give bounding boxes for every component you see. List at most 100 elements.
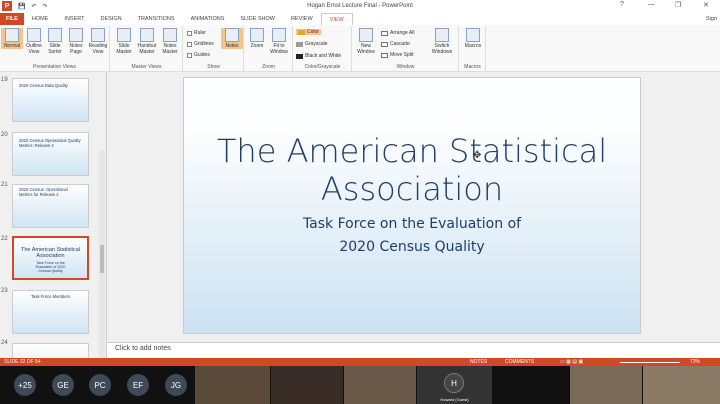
notes-pane[interactable]: Click to add notes — [107, 342, 720, 358]
normal-view-icon — [5, 28, 19, 42]
slide-thumbnail-20[interactable]: 2020 Census Operational Quality Metrics:… — [12, 132, 89, 176]
participant-avatar[interactable]: JG — [165, 374, 187, 396]
group-label: Presentation Views — [33, 64, 76, 70]
slide-subtitle[interactable]: Task Force on the Evaluation of 2020 Cen… — [184, 213, 640, 259]
slide-thumbnail-23[interactable]: Task Force Members — [12, 290, 89, 334]
tab-review[interactable]: REVIEW — [283, 13, 321, 25]
participant-tile-howard[interactable]: H Howard (Guest) — [417, 366, 492, 404]
slide-title-line-1: The American Statistical — [216, 132, 608, 170]
view-buttons[interactable]: ▭ ▦ ▤ ▣ — [560, 359, 583, 365]
window-title: Hogan Ernst Lecture Final - PowerPoint — [307, 3, 413, 9]
close-icon[interactable]: ✕ — [703, 1, 709, 9]
slide-thumbnail-21[interactable]: 2020 Census: Operational Metrics for Rel… — [12, 184, 89, 228]
notes-button[interactable]: Notes — [221, 28, 243, 49]
group-label: Window — [396, 64, 415, 70]
tab-design[interactable]: DESIGN — [93, 13, 130, 25]
slide-title[interactable]: The American Statistical Association — [184, 132, 640, 208]
thumbnail-title: 2020 Census: Operational Metrics for Rel… — [19, 187, 68, 197]
notes-master-button[interactable]: Notes Master — [159, 28, 181, 55]
grayscale-button[interactable]: Grayscale — [296, 41, 328, 47]
scrollbar-thumb[interactable] — [100, 245, 104, 273]
normal-view-button[interactable]: Normal — [1, 28, 23, 49]
switch-windows-icon — [435, 28, 449, 42]
notes-toggle[interactable]: NOTES — [470, 359, 487, 365]
guides-checkbox[interactable]: Guides — [187, 52, 210, 58]
slide-number: 23 — [1, 288, 8, 294]
zoom-slider[interactable] — [620, 362, 680, 363]
switch-windows-button[interactable]: Switch Windows — [429, 28, 455, 55]
tab-home[interactable]: HOME — [24, 13, 57, 25]
minimize-icon[interactable]: — — [648, 1, 655, 8]
restore-icon[interactable]: ❐ — [675, 1, 681, 9]
notes-master-icon — [163, 28, 177, 42]
ribbon: Normal Outline View Slide Sorter Notes P… — [0, 25, 720, 72]
help-icon[interactable]: ? — [620, 1, 624, 8]
slide-subtitle-line-1: Task Force on the Evaluation of — [302, 216, 522, 232]
participant-video[interactable] — [271, 366, 343, 404]
zoom-button[interactable]: Zoom — [246, 28, 268, 49]
slide-editor: The American Statistical Association Tas… — [107, 72, 720, 342]
checkbox-icon — [187, 30, 192, 36]
slide-thumbnail-24[interactable] — [12, 343, 89, 358]
participant-video[interactable] — [570, 366, 642, 404]
black-white-button[interactable]: Black and White — [296, 53, 341, 59]
slide-sorter-button[interactable]: Slide Sorter — [44, 28, 66, 55]
sign-in-link[interactable]: Sign — [706, 16, 717, 22]
notes-page-button[interactable]: Notes Page — [65, 28, 87, 55]
meeting-participants-strip: +25 GE PC EF JG H Howard (Guest) — [0, 366, 720, 404]
move-split-button[interactable]: Move Split — [381, 52, 413, 58]
notes-page-icon — [69, 28, 83, 42]
group-label: Zoom — [262, 64, 275, 70]
group-presentation-views: Normal Outline View Slide Sorter Notes P… — [0, 26, 110, 71]
cascade-button[interactable]: Cascade — [381, 41, 410, 47]
group-label: Show — [207, 64, 220, 70]
comments-toggle[interactable]: COMMENTS — [505, 359, 534, 365]
tab-insert[interactable]: INSERT — [56, 13, 92, 25]
slide-number: 22 — [1, 236, 8, 242]
tab-slide-show[interactable]: SLIDE SHOW — [232, 13, 283, 25]
grayscale-swatch-icon — [296, 41, 303, 47]
thumbnails-scrollbar[interactable] — [99, 150, 105, 358]
participant-initial-avatar: H — [444, 373, 464, 393]
handout-master-button[interactable]: Handout Master — [136, 28, 158, 55]
new-window-button[interactable]: New Window — [355, 28, 377, 55]
ruler-checkbox[interactable]: Ruler — [187, 30, 206, 36]
participant-video[interactable] — [195, 366, 270, 404]
color-button[interactable]: Color — [296, 29, 321, 35]
tab-file[interactable]: FILE — [0, 13, 24, 25]
zoom-level[interactable]: 73% — [690, 359, 700, 365]
group-master-views: Slide Master Handout Master Notes Master… — [111, 26, 183, 71]
current-slide[interactable]: The American Statistical Association Tas… — [183, 77, 641, 334]
fit-to-window-button[interactable]: Fit to Window — [268, 28, 290, 55]
thumbnail-title: 2020 Census Data Quality — [19, 83, 68, 88]
tab-animations[interactable]: ANIMATIONS — [183, 13, 233, 25]
participant-avatar[interactable]: GE — [52, 374, 74, 396]
color-swatch-icon — [298, 29, 305, 35]
group-color-grayscale: Color Grayscale Black and White Color/Gr… — [294, 26, 352, 71]
black-white-swatch-icon — [296, 53, 303, 59]
participant-avatar[interactable]: PC — [89, 374, 111, 396]
slide-thumbnail-22[interactable]: The American Statistical Association Tas… — [12, 236, 89, 280]
reading-view-button[interactable]: Reading View — [87, 28, 109, 55]
outline-view-button[interactable]: Outline View — [23, 28, 45, 55]
checkbox-icon — [187, 41, 192, 47]
participant-count-avatar[interactable]: +25 — [14, 374, 36, 396]
tab-transitions[interactable]: TRANSITIONS — [130, 13, 183, 25]
arrange-all-button[interactable]: Arrange All — [381, 30, 414, 36]
magnifier-icon — [250, 28, 264, 42]
macros-icon — [466, 28, 480, 42]
group-zoom: Zoom Fit to Window Zoom — [245, 26, 293, 71]
slide-title-line-2: Association — [320, 170, 504, 208]
participant-avatar[interactable]: EF — [127, 374, 149, 396]
tab-view[interactable]: VIEW — [320, 13, 353, 25]
group-label: Master Views — [131, 64, 162, 70]
slide-thumbnail-19[interactable]: 2020 Census Data Quality — [12, 78, 89, 122]
thumbnail-subtitle: Task Force on the Evaluation of 2020 Cen… — [35, 261, 66, 273]
participant-video[interactable] — [643, 366, 720, 404]
slide-master-button[interactable]: Slide Master — [113, 28, 135, 55]
gridlines-checkbox[interactable]: Gridlines — [187, 41, 214, 47]
participant-video[interactable] — [344, 366, 416, 404]
macros-button[interactable]: Macros — [462, 28, 484, 49]
group-label: Macros — [464, 64, 481, 70]
slide-subtitle-line-2: 2020 Census Quality — [339, 239, 485, 255]
